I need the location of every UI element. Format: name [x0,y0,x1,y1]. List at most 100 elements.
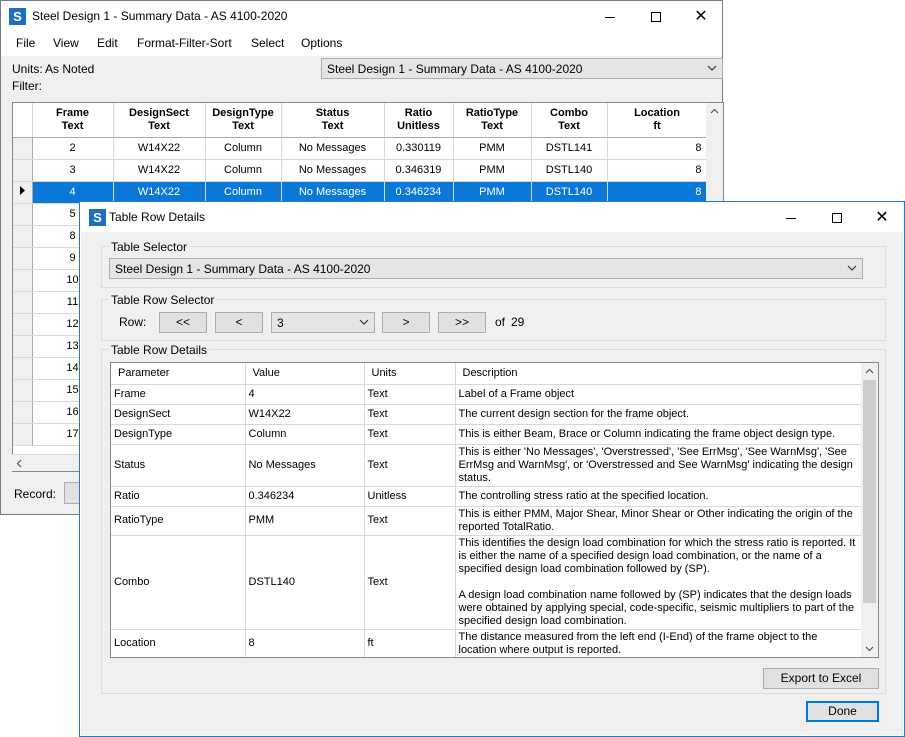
detail-description[interactable]: This identifies the design load combinat… [455,535,862,630]
detail-row[interactable]: RatioType PMM Text This is either PMM, Majo… [111,506,862,536]
detail-units[interactable]: Text [364,384,456,405]
previous-row-button[interactable]: < [215,312,263,333]
row-selector[interactable] [13,291,33,314]
export-to-excel-button[interactable]: Export to Excel [763,668,879,689]
grid-cell[interactable]: W14X22 [113,159,206,182]
detail-row[interactable]: Ratio 0.346234 Unitless The controlling str… [111,486,862,507]
row-selector[interactable] [13,225,33,248]
close-button[interactable]: ✕ [859,202,905,232]
row-selector[interactable] [13,203,33,226]
table-row[interactable]: 3 W14X22 Column No Messages 0.346319 PMM DSTL1… [13,159,708,182]
title-bar[interactable]: S Steel Design 1 - Summary Data - AS 410… [1,1,722,32]
row-details-grid[interactable]: Parameter Value Units Description Frame 4… [110,362,879,658]
col-combo[interactable]: Combo Text [531,103,608,138]
detail-units[interactable]: ft [364,629,456,657]
grid-cell[interactable]: 2 [32,137,114,160]
detail-row[interactable]: Location 8 ft The distance measured from th… [111,629,862,657]
row-selector[interactable] [13,137,33,160]
col-ratio[interactable]: Ratio Unitless [384,103,454,138]
menu-select[interactable]: Select [251,36,284,50]
detail-row[interactable]: Status No Messages Text This is either 'No … [111,444,862,487]
detail-units[interactable]: Text [364,444,456,487]
grid-cell[interactable]: 8 [607,159,708,182]
maximize-button[interactable] [633,1,679,32]
detail-description[interactable]: The current design section for the frame… [455,404,862,425]
detail-value[interactable]: 4 [245,384,365,405]
grid-cell[interactable]: PMM [453,181,532,204]
menu-edit[interactable]: Edit [97,36,118,50]
header-value[interactable]: Value [245,363,365,385]
done-button[interactable]: Done [806,701,879,722]
detail-value[interactable]: DSTL140 [245,535,365,630]
detail-parameter[interactable]: Combo [111,535,246,630]
grid-cell[interactable]: 8 [607,181,708,204]
detail-value[interactable]: No Messages [245,444,365,487]
detail-row[interactable]: DesignSect W14X22 Text The current design s… [111,404,862,425]
detail-value[interactable]: Column [245,424,365,445]
grid-cell[interactable]: Column [205,181,282,204]
row-selector[interactable] [13,313,33,336]
detail-description[interactable]: This is either 'No Messages', 'Overstres… [455,444,862,487]
row-selector[interactable] [13,247,33,270]
minimize-button[interactable] [768,202,814,232]
detail-description[interactable]: This is either Beam, Brace or Column ind… [455,424,862,445]
col-designtype[interactable]: DesignType Text [205,103,282,138]
row-selector[interactable] [13,357,33,380]
grid-cell[interactable]: DSTL140 [531,181,608,204]
detail-parameter[interactable]: Status [111,444,246,487]
detail-units[interactable]: Text [364,424,456,445]
menu-view[interactable]: View [53,36,79,50]
col-ratiotype[interactable]: RatioType Text [453,103,532,138]
scroll-thumb[interactable] [863,380,876,603]
grid-cell[interactable]: W14X22 [113,181,206,204]
grid-cell[interactable]: 0.330119 [384,137,454,160]
grid-cell[interactable]: 0.346234 [384,181,454,204]
dialog-title-bar[interactable]: S Table Row Details ✕ [80,202,904,232]
detail-value[interactable]: 8 [245,629,365,657]
detail-value[interactable]: PMM [245,506,365,536]
row-selector[interactable] [13,401,33,424]
grid-cell[interactable]: Column [205,137,282,160]
table-row[interactable]: 4 W14X22 Column No Messages 0.346234 PMM DSTL1… [13,181,708,204]
detail-units[interactable]: Text [364,506,456,536]
grid-cell[interactable]: DSTL140 [531,159,608,182]
maximize-button[interactable] [814,202,860,232]
detail-units[interactable]: Unitless [364,486,456,507]
header-parameter[interactable]: Parameter [111,363,246,385]
row-selector[interactable] [13,423,33,446]
detail-description[interactable]: This is either PMM, Major Shear, Minor S… [455,506,862,536]
menu-file[interactable]: File [16,36,35,50]
detail-parameter[interactable]: Location [111,629,246,657]
detail-value[interactable]: W14X22 [245,404,365,425]
row-selector[interactable] [13,335,33,358]
header-description[interactable]: Description [455,363,862,385]
detail-units[interactable]: Text [364,535,456,630]
detail-parameter[interactable]: Ratio [111,486,246,507]
header-units[interactable]: Units [364,363,456,385]
col-status[interactable]: Status Text [281,103,385,138]
grid-cell[interactable]: PMM [453,159,532,182]
detail-parameter[interactable]: RatioType [111,506,246,536]
col-designsect[interactable]: DesignSect Text [113,103,206,138]
col-location[interactable]: Location ft [607,103,708,138]
detail-parameter[interactable]: DesignType [111,424,246,445]
minimize-button[interactable] [587,1,633,32]
grid-cell[interactable]: DSTL141 [531,137,608,160]
grid-cell[interactable]: 8 [607,137,708,160]
grid-cell[interactable]: 0.346319 [384,159,454,182]
table-row[interactable]: 2 W14X22 Column No Messages 0.330119 PMM DSTL1… [13,137,708,160]
detail-parameter[interactable]: Frame [111,384,246,405]
close-button[interactable]: ✕ [678,1,724,32]
table-select-dropdown[interactable]: Steel Design 1 - Summary Data - AS 4100-… [321,58,723,79]
next-row-button[interactable]: > [382,312,430,333]
grid-cell[interactable]: No Messages [281,137,385,160]
row-selector[interactable] [13,269,33,292]
detail-row[interactable]: DesignType Column Text This is either Beam,… [111,424,862,445]
row-number-dropdown[interactable]: 3 [271,312,375,333]
col-frame[interactable]: Frame Text [32,103,114,138]
menu-options[interactable]: Options [301,36,342,50]
grid-cell[interactable]: Column [205,159,282,182]
last-row-button[interactable]: >> [438,312,486,333]
detail-row[interactable]: Combo DSTL140 Text This identifies the desi… [111,535,862,630]
detail-parameter[interactable]: DesignSect [111,404,246,425]
